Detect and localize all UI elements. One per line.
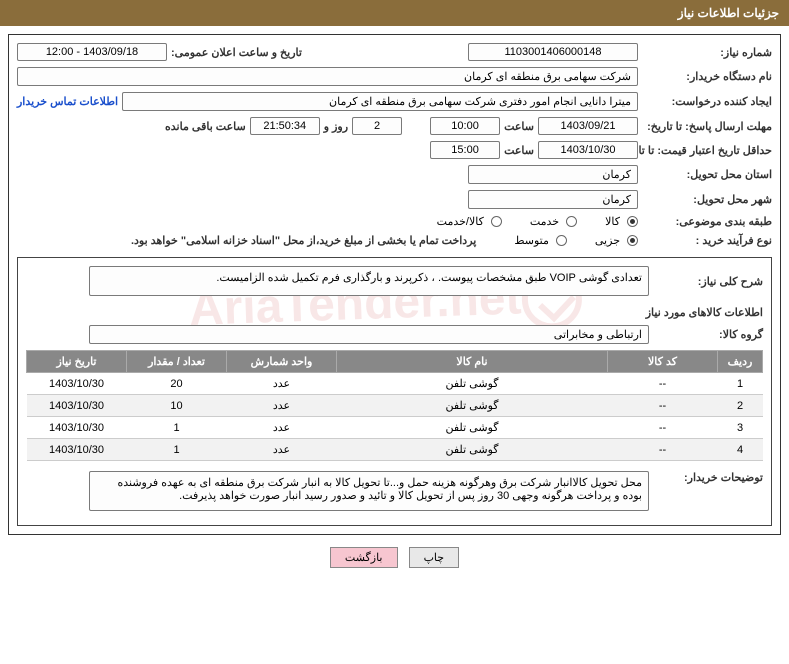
radio-goods-service[interactable] [491,216,502,227]
city-value: کرمان [468,190,638,209]
process-label: نوع فرآیند خرید : [642,234,772,247]
buyer-org-value: شرکت سهامی برق منطقه ای کرمان [17,67,638,86]
cell-row: 1 [718,373,763,395]
cell-unit: عدد [227,439,337,461]
requester-label: ایجاد کننده درخواست: [642,95,772,108]
validity-date: 1403/10/30 [538,141,638,159]
cell-name: گوشی تلفن [337,439,608,461]
need-number-label: شماره نیاز: [642,46,772,59]
need-number-value: 1103001406000148 [468,43,638,61]
requester-value: میترا دانایی انجام امور دفتری شرکت سهامی… [122,92,638,111]
cell-qty: 20 [127,373,227,395]
deadline-label: مهلت ارسال پاسخ: تا تاریخ: [642,120,772,133]
cell-row: 3 [718,417,763,439]
summary-value: تعدادی گوشی VOIP طبق مشخصات پیوست. ، ذکر… [89,266,649,296]
time-remain: 21:50:34 [250,117,320,135]
deadline-date: 1403/09/21 [538,117,638,135]
items-table: ردیف کد کالا نام کالا واحد شمارش تعداد /… [26,350,763,461]
remain-suffix: ساعت باقی مانده [165,120,246,133]
payment-note: پرداخت تمام یا بخشی از مبلغ خرید،از محل … [131,234,476,247]
cat-goods-service-label: کالا/خدمت [437,215,484,228]
back-button[interactable]: بازگشت [330,547,398,568]
summary-label: شرح کلی نیاز: [653,275,763,288]
buyer-notes-label: توضیحات خریدار: [653,471,763,484]
group-label: گروه کالا: [653,328,763,341]
time-label-1: ساعت [504,120,534,133]
radio-service[interactable] [566,216,577,227]
cell-date: 1403/10/30 [27,373,127,395]
print-button[interactable]: چاپ [409,547,460,568]
table-row: 2--گوشی تلفنعدد101403/10/30 [27,395,763,417]
buyer-notes-value: محل تحویل کالاانبار شرکت برق وهرگونه هزی… [89,471,649,511]
th-code: کد کالا [608,351,718,373]
radio-partial[interactable] [627,235,638,246]
province-label: استان محل تحویل: [642,168,772,181]
cell-code: -- [608,417,718,439]
cell-unit: عدد [227,373,337,395]
days-and: روز و [324,120,348,133]
group-value: ارتباطی و مخابراتی [89,325,649,344]
proc-medium-label: متوسط [514,234,549,247]
th-date: تاریخ نیاز [27,351,127,373]
cell-row: 2 [718,395,763,417]
cell-name: گوشی تلفن [337,373,608,395]
cell-row: 4 [718,439,763,461]
cell-code: -- [608,395,718,417]
cat-service-label: خدمت [530,215,559,228]
deadline-time: 10:00 [430,117,500,135]
contact-link[interactable]: اطلاعات تماس خریدار [17,95,118,108]
table-row: 4--گوشی تلفنعدد11403/10/30 [27,439,763,461]
cell-qty: 1 [127,439,227,461]
main-panel: AriaTender.net شماره نیاز: 1103001406000… [8,34,781,535]
buyer-org-label: نام دستگاه خریدار: [642,70,772,83]
details-box: شرح کلی نیاز: تعدادی گوشی VOIP طبق مشخصا… [17,257,772,526]
cat-goods-label: کالا [605,215,620,228]
announce-date-value: 1403/09/18 - 12:00 [17,43,167,61]
cell-date: 1403/10/30 [27,395,127,417]
province-value: کرمان [468,165,638,184]
page-header: جزئیات اطلاعات نیاز [0,0,789,26]
th-qty: تعداد / مقدار [127,351,227,373]
cell-name: گوشی تلفن [337,417,608,439]
days-remain: 2 [352,117,402,135]
button-row: چاپ بازگشت [0,547,789,568]
announce-date-label: تاریخ و ساعت اعلان عمومی: [171,46,302,59]
cell-qty: 10 [127,395,227,417]
cell-code: -- [608,373,718,395]
cell-unit: عدد [227,417,337,439]
category-label: طبقه بندی موضوعی: [642,215,772,228]
cell-date: 1403/10/30 [27,417,127,439]
radio-goods[interactable] [627,216,638,227]
validity-time: 15:00 [430,141,500,159]
cell-date: 1403/10/30 [27,439,127,461]
th-name: نام کالا [337,351,608,373]
cell-name: گوشی تلفن [337,395,608,417]
city-label: شهر محل تحویل: [642,193,772,206]
cell-code: -- [608,439,718,461]
validity-label: حداقل تاریخ اعتبار قیمت: تا تاریخ: [642,144,772,157]
cell-unit: عدد [227,395,337,417]
cell-qty: 1 [127,417,227,439]
items-info-title: اطلاعات کالاهای مورد نیاز [26,306,763,319]
table-row: 3--گوشی تلفنعدد11403/10/30 [27,417,763,439]
th-unit: واحد شمارش [227,351,337,373]
proc-partial-label: جزیی [595,234,620,247]
radio-medium[interactable] [556,235,567,246]
table-row: 1--گوشی تلفنعدد201403/10/30 [27,373,763,395]
time-label-2: ساعت [504,144,534,157]
page-title: جزئیات اطلاعات نیاز [678,6,779,20]
th-row: ردیف [718,351,763,373]
